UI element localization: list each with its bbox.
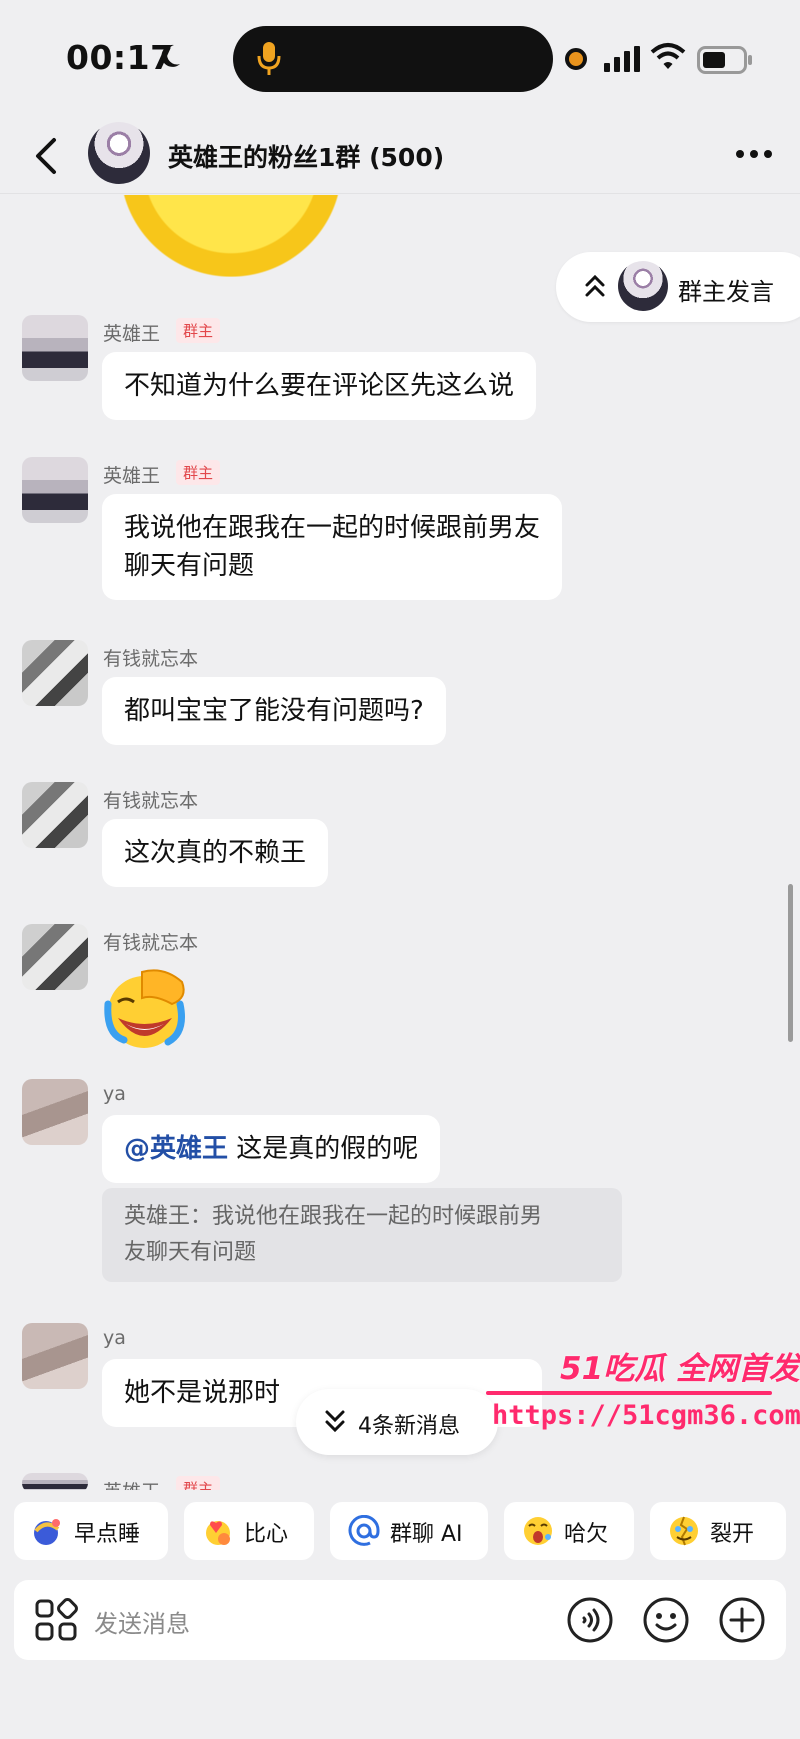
watermark-url: https://51cgm36.com bbox=[492, 1400, 800, 1431]
avatar[interactable] bbox=[22, 457, 88, 523]
sender-name: 英雄王 bbox=[103, 465, 161, 487]
message-input-bar: 发送消息 bbox=[14, 1580, 786, 1660]
sender-name: 英雄王 bbox=[103, 323, 161, 345]
avatar[interactable] bbox=[22, 1473, 88, 1490]
mention-link[interactable]: @英雄王 bbox=[124, 1134, 228, 1164]
apps-grid-icon[interactable] bbox=[34, 1598, 78, 1642]
owner-messages-button[interactable]: 群主发言 bbox=[556, 252, 800, 322]
quick-reply-label: 早点睡 bbox=[74, 1522, 141, 1547]
status-bar: 00:17 bbox=[0, 0, 800, 118]
avatar[interactable] bbox=[22, 1079, 88, 1145]
voice-input-icon[interactable] bbox=[566, 1596, 614, 1644]
quick-reply-early-sleep[interactable]: 早点睡 bbox=[14, 1502, 168, 1560]
quick-reply-yawn[interactable]: 哈欠 bbox=[504, 1502, 634, 1560]
double-chevron-up-icon bbox=[585, 274, 605, 297]
message-bubble[interactable]: 这次真的不赖王 bbox=[102, 819, 329, 887]
moon-bed-icon bbox=[34, 1519, 60, 1545]
quick-reply-label: 哈欠 bbox=[564, 1522, 609, 1547]
heart-hand-icon bbox=[206, 1521, 230, 1545]
avatar[interactable] bbox=[22, 924, 88, 990]
battery-icon bbox=[697, 46, 752, 74]
emoji-picker-icon[interactable] bbox=[642, 1596, 690, 1644]
facepalm-laugh-icon[interactable] bbox=[102, 964, 190, 1052]
message-bubble[interactable]: @英雄王 这是真的假的呢 bbox=[102, 1115, 441, 1183]
at-icon bbox=[348, 1515, 380, 1546]
moon-icon bbox=[161, 44, 180, 67]
sender-name: 有钱就忘本 bbox=[103, 932, 199, 954]
message-input[interactable]: 发送消息 bbox=[94, 1604, 190, 1639]
watermark-divider bbox=[486, 1391, 772, 1395]
owner-messages-label: 群主发言 bbox=[678, 278, 774, 306]
new-messages-button[interactable]: 4条新消息 bbox=[296, 1389, 498, 1455]
message-bubble[interactable]: 都叫宝宝了能没有问题吗? bbox=[102, 677, 446, 745]
owner-badge: 群主 bbox=[176, 1476, 221, 1490]
sender-name: ya bbox=[103, 1327, 126, 1349]
quick-reply-label: 裂开 bbox=[710, 1522, 755, 1547]
avatar[interactable] bbox=[22, 782, 88, 848]
quick-reply-crack[interactable]: 裂开 bbox=[650, 1502, 786, 1560]
more-options-icon[interactable] bbox=[734, 148, 774, 160]
avatar[interactable] bbox=[22, 1323, 88, 1389]
sender-name: 英雄王 bbox=[103, 1477, 160, 1490]
status-time: 00:17 bbox=[66, 38, 174, 77]
quick-reply-bar: 早点睡 比心 群聊 AI 哈欠 裂开 bbox=[0, 1490, 800, 1570]
chat-header: 英雄王的粉丝1群 (500) bbox=[0, 118, 800, 194]
quick-reply-label: 群聊 AI bbox=[390, 1522, 463, 1547]
quick-reply-label: 比心 bbox=[244, 1522, 289, 1547]
quick-reply-heart[interactable]: 比心 bbox=[184, 1502, 314, 1560]
crack-face-icon bbox=[670, 1516, 698, 1546]
message-line: 聊天有问题 bbox=[124, 551, 255, 581]
plus-icon[interactable] bbox=[718, 1596, 766, 1644]
quoted-message[interactable]: 英雄王：我说他在跟我在一起的时候跟前男 友聊天有问题 bbox=[102, 1188, 622, 1282]
signal-icon bbox=[604, 46, 640, 72]
chat-area[interactable]: 群主发言 英雄王 群主 不知道为什么要在评论区先这么说 英雄王 群主 我说他在跟… bbox=[0, 195, 800, 1490]
message-text: 这是真的假的呢 bbox=[228, 1134, 419, 1164]
quick-reply-group-ai[interactable]: 群聊 AI bbox=[330, 1502, 488, 1560]
sender-name: 有钱就忘本 bbox=[103, 790, 199, 812]
watermark-title: 51吃瓜 全网首发 bbox=[560, 1351, 800, 1387]
wifi-icon bbox=[650, 43, 686, 69]
owner-badge: 群主 bbox=[176, 318, 221, 343]
group-title[interactable]: 英雄王的粉丝1群 (500) bbox=[168, 138, 444, 174]
owner-avatar bbox=[618, 261, 668, 311]
recording-indicator bbox=[565, 48, 587, 70]
sticker-image[interactable] bbox=[120, 195, 342, 277]
new-messages-label: 4条新消息 bbox=[358, 1414, 460, 1439]
owner-badge: 群主 bbox=[176, 460, 221, 485]
group-avatar[interactable] bbox=[88, 122, 150, 184]
message-bubble[interactable]: 我说他在跟我在一起的时候跟前男友 聊天有问题 bbox=[102, 494, 563, 600]
double-chevron-down-icon bbox=[325, 1410, 345, 1433]
yawn-icon bbox=[524, 1517, 552, 1545]
scrollbar[interactable] bbox=[788, 884, 793, 1042]
message-bubble[interactable]: 不知道为什么要在评论区先这么说 bbox=[102, 352, 537, 420]
avatar[interactable] bbox=[22, 315, 88, 381]
quote-line: 友聊天有问题 bbox=[124, 1240, 257, 1265]
sender-name: 有钱就忘本 bbox=[103, 648, 199, 670]
quote-line: 英雄王：我说他在跟我在一起的时候跟前男 bbox=[124, 1204, 543, 1229]
avatar[interactable] bbox=[22, 640, 88, 706]
back-arrow-icon[interactable] bbox=[28, 134, 68, 178]
message-line: 我说他在跟我在一起的时候跟前男友 bbox=[124, 513, 541, 543]
sender-name: ya bbox=[103, 1083, 126, 1105]
microphone-icon bbox=[257, 42, 281, 75]
